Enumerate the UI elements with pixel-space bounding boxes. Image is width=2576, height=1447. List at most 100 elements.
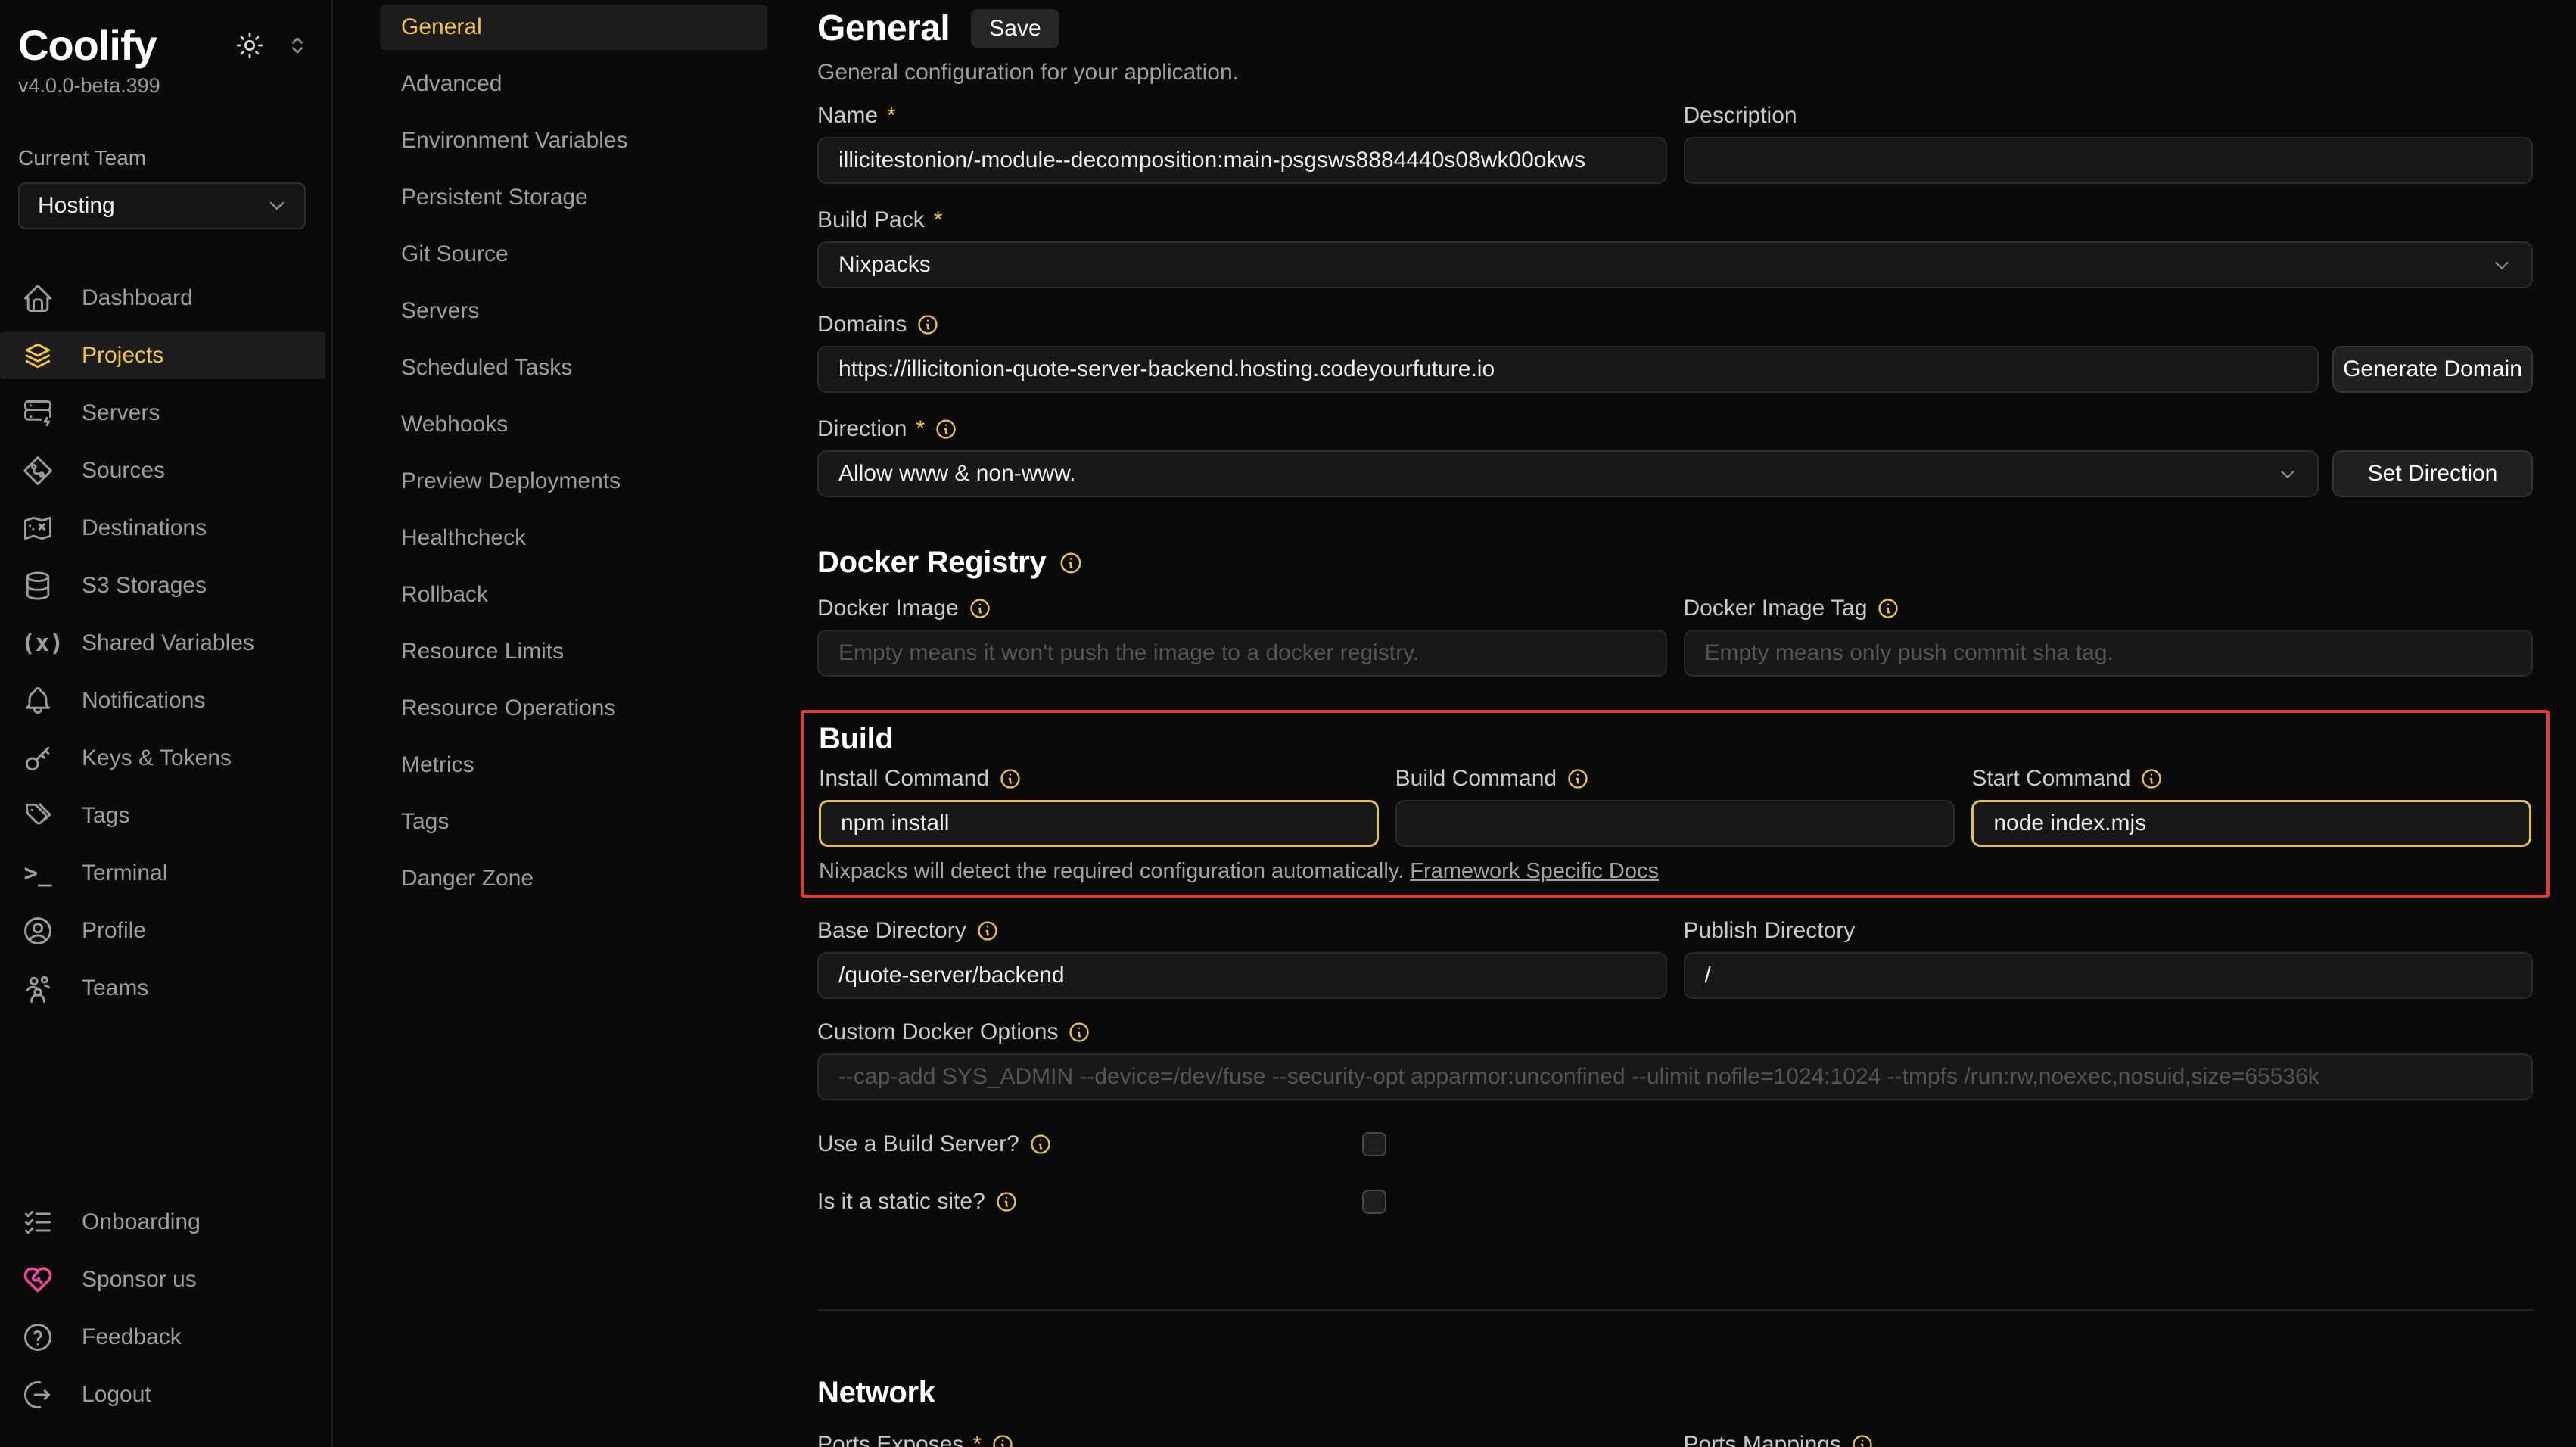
build-title: Build bbox=[819, 722, 893, 756]
team-select[interactable]: Hosting bbox=[18, 182, 306, 229]
required-mark: * bbox=[916, 416, 925, 442]
sidebar-item-dashboard[interactable]: Dashboard bbox=[0, 275, 325, 322]
info-icon[interactable] bbox=[998, 767, 1022, 791]
sidebar-item-label: Servers bbox=[82, 400, 160, 426]
custom-docker-options-input[interactable] bbox=[817, 1053, 2533, 1100]
install-command-input[interactable] bbox=[819, 800, 1379, 847]
framework-docs-link[interactable]: Framework Specific Docs bbox=[1410, 859, 1659, 883]
sidebar-item-servers[interactable]: Servers bbox=[0, 390, 325, 437]
ports-mappings-field-group: Ports Mappings bbox=[1684, 1431, 2534, 1447]
app-version: v4.0.0-beta.399 bbox=[0, 74, 331, 98]
menu-item-healthcheck[interactable]: Healthcheck bbox=[380, 515, 767, 561]
docker-image-tag-input[interactable] bbox=[1684, 630, 2534, 677]
save-button[interactable]: Save bbox=[971, 9, 1059, 48]
sidebar-item-projects[interactable]: Projects bbox=[0, 332, 325, 379]
domains-input[interactable] bbox=[817, 346, 2319, 393]
sidebar-item-label: Keys & Tokens bbox=[82, 745, 232, 771]
server-icon bbox=[21, 397, 54, 430]
docker-image-label: Docker Image bbox=[817, 596, 959, 621]
tags-icon bbox=[21, 799, 54, 832]
sidebar-item-label: Tags bbox=[82, 803, 129, 829]
chevron-down-icon bbox=[265, 194, 289, 218]
menu-item-metrics[interactable]: Metrics bbox=[380, 742, 767, 788]
info-icon[interactable] bbox=[2139, 767, 2164, 791]
build-server-checkbox[interactable] bbox=[1362, 1132, 1386, 1156]
info-icon[interactable] bbox=[994, 1190, 1019, 1214]
menu-item-rollback[interactable]: Rollback bbox=[380, 572, 767, 618]
sidebar-item-teams[interactable]: Teams bbox=[0, 965, 325, 1012]
info-icon[interactable] bbox=[1028, 1132, 1053, 1156]
sidebar-item-shared-variables[interactable]: (x) Shared Variables bbox=[0, 620, 325, 667]
menu-item-environment-variables[interactable]: Environment Variables bbox=[380, 118, 767, 163]
build-command-input[interactable] bbox=[1395, 800, 1955, 847]
git-icon bbox=[21, 454, 54, 487]
info-icon[interactable] bbox=[916, 313, 940, 337]
info-icon[interactable] bbox=[975, 919, 1000, 943]
menu-item-tags[interactable]: Tags bbox=[380, 799, 767, 845]
menu-item-scheduled-tasks[interactable]: Scheduled Tasks bbox=[380, 345, 767, 391]
sidebar-item-label: Sponsor us bbox=[82, 1267, 197, 1293]
ports-exposes-label: Ports Exposes bbox=[817, 1432, 963, 1447]
sidebar-item-keys-tokens[interactable]: Keys & Tokens bbox=[0, 735, 325, 782]
sidebar-item-label: Shared Variables bbox=[82, 630, 254, 656]
publish-directory-input[interactable] bbox=[1684, 952, 2534, 999]
menu-item-danger-zone[interactable]: Danger Zone bbox=[380, 856, 767, 901]
direction-select[interactable] bbox=[817, 450, 2319, 497]
build-pack-select[interactable] bbox=[817, 241, 2533, 288]
menu-item-servers[interactable]: Servers bbox=[380, 288, 767, 334]
menu-item-webhooks[interactable]: Webhooks bbox=[380, 402, 767, 447]
menu-item-preview-deployments[interactable]: Preview Deployments bbox=[380, 459, 767, 504]
info-icon[interactable] bbox=[1058, 550, 1084, 576]
generate-domain-button[interactable]: Generate Domain bbox=[2332, 346, 2533, 393]
info-icon[interactable] bbox=[1876, 596, 1900, 621]
set-direction-button[interactable]: Set Direction bbox=[2332, 450, 2533, 497]
info-icon[interactable] bbox=[991, 1433, 1015, 1447]
static-site-checkbox[interactable] bbox=[1362, 1190, 1386, 1214]
sidebar-item-feedback[interactable]: Feedback bbox=[0, 1314, 325, 1361]
sidebar-item-label: S3 Storages bbox=[82, 573, 207, 599]
menu-item-resource-limits[interactable]: Resource Limits bbox=[380, 629, 767, 674]
build-pack-field-group: Build Pack * bbox=[817, 207, 2533, 288]
sidebar-item-s3-storages[interactable]: S3 Storages bbox=[0, 562, 325, 609]
menu-item-resource-operations[interactable]: Resource Operations bbox=[380, 686, 767, 731]
menu-item-git-source[interactable]: Git Source bbox=[380, 232, 767, 277]
static-site-toggle-row: Is it a static site? bbox=[817, 1188, 1386, 1215]
sidebar-item-destinations[interactable]: Destinations bbox=[0, 505, 325, 552]
sidebar-item-label: Sources bbox=[82, 458, 165, 484]
docker-image-input[interactable] bbox=[817, 630, 1667, 677]
menu-item-general[interactable]: General bbox=[380, 5, 767, 50]
sidebar-item-onboarding[interactable]: Onboarding bbox=[0, 1199, 325, 1246]
domains-label: Domains bbox=[817, 312, 907, 338]
info-icon[interactable] bbox=[1566, 767, 1590, 791]
start-command-input[interactable] bbox=[1971, 800, 2531, 847]
sidebar-item-sources[interactable]: Sources bbox=[0, 447, 325, 494]
sidebar-item-label: Feedback bbox=[82, 1324, 182, 1350]
sidebar-item-terminal[interactable]: >_ Terminal bbox=[0, 850, 325, 897]
bell-icon bbox=[21, 684, 54, 717]
sidebar: Coolify v4.0.0-beta.399 Current Team Hos… bbox=[0, 0, 333, 1447]
sidebar-item-logout[interactable]: Logout bbox=[0, 1371, 325, 1418]
sidebar-item-label: Logout bbox=[82, 1382, 151, 1408]
sidebar-item-notifications[interactable]: Notifications bbox=[0, 677, 325, 724]
base-directory-input[interactable] bbox=[817, 952, 1667, 999]
map-icon bbox=[21, 512, 54, 545]
menu-item-persistent-storage[interactable]: Persistent Storage bbox=[380, 175, 767, 220]
info-icon[interactable] bbox=[1067, 1020, 1091, 1044]
theme-sun-icon[interactable] bbox=[235, 30, 265, 61]
app-logo: Coolify bbox=[18, 21, 157, 70]
info-icon[interactable] bbox=[968, 596, 992, 621]
terminal-icon: >_ bbox=[21, 860, 54, 887]
collapse-sidebar-icon[interactable] bbox=[285, 33, 310, 58]
build-server-toggle-row: Use a Build Server? bbox=[817, 1131, 1386, 1158]
build-server-label: Use a Build Server? bbox=[817, 1131, 1019, 1157]
name-input[interactable] bbox=[817, 137, 1667, 184]
sidebar-item-tags[interactable]: Tags bbox=[0, 792, 325, 839]
sidebar-item-profile[interactable]: Profile bbox=[0, 907, 325, 954]
description-input[interactable] bbox=[1684, 137, 2534, 184]
ports-mappings-label: Ports Mappings bbox=[1684, 1432, 1841, 1447]
info-icon[interactable] bbox=[1850, 1433, 1874, 1447]
info-icon[interactable] bbox=[934, 417, 958, 441]
sidebar-item-sponsor-us[interactable]: Sponsor us bbox=[0, 1256, 325, 1303]
section-divider bbox=[817, 1309, 2533, 1311]
menu-item-advanced[interactable]: Advanced bbox=[380, 61, 767, 107]
